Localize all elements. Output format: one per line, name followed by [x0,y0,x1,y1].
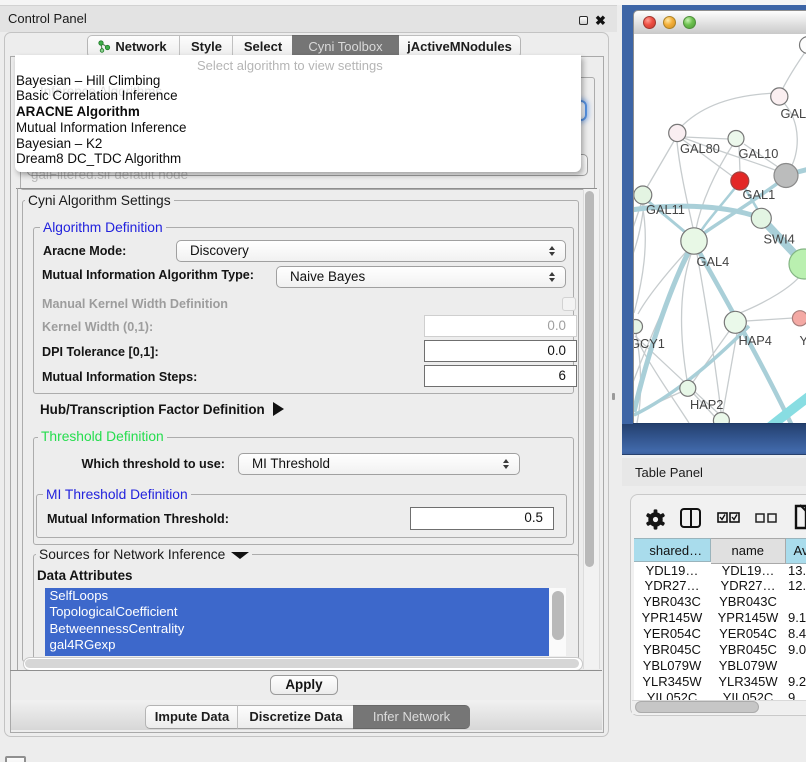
svg-text:GAL7: GAL7 [781,106,806,121]
svg-text:GAL10: GAL10 [739,146,779,161]
svg-text:GAL4: GAL4 [697,254,730,269]
svg-text:GAL1: GAL1 [743,187,776,202]
svg-text:SWI4: SWI4 [764,232,795,247]
svg-text:HAP2: HAP2 [690,397,723,412]
svg-text:GAL11: GAL11 [646,202,685,217]
svg-text:YP: YP [800,333,806,348]
svg-text:GCY1: GCY1 [634,336,665,351]
svg-text:HAP4: HAP4 [739,333,772,348]
svg-text:GAL80: GAL80 [680,141,720,156]
